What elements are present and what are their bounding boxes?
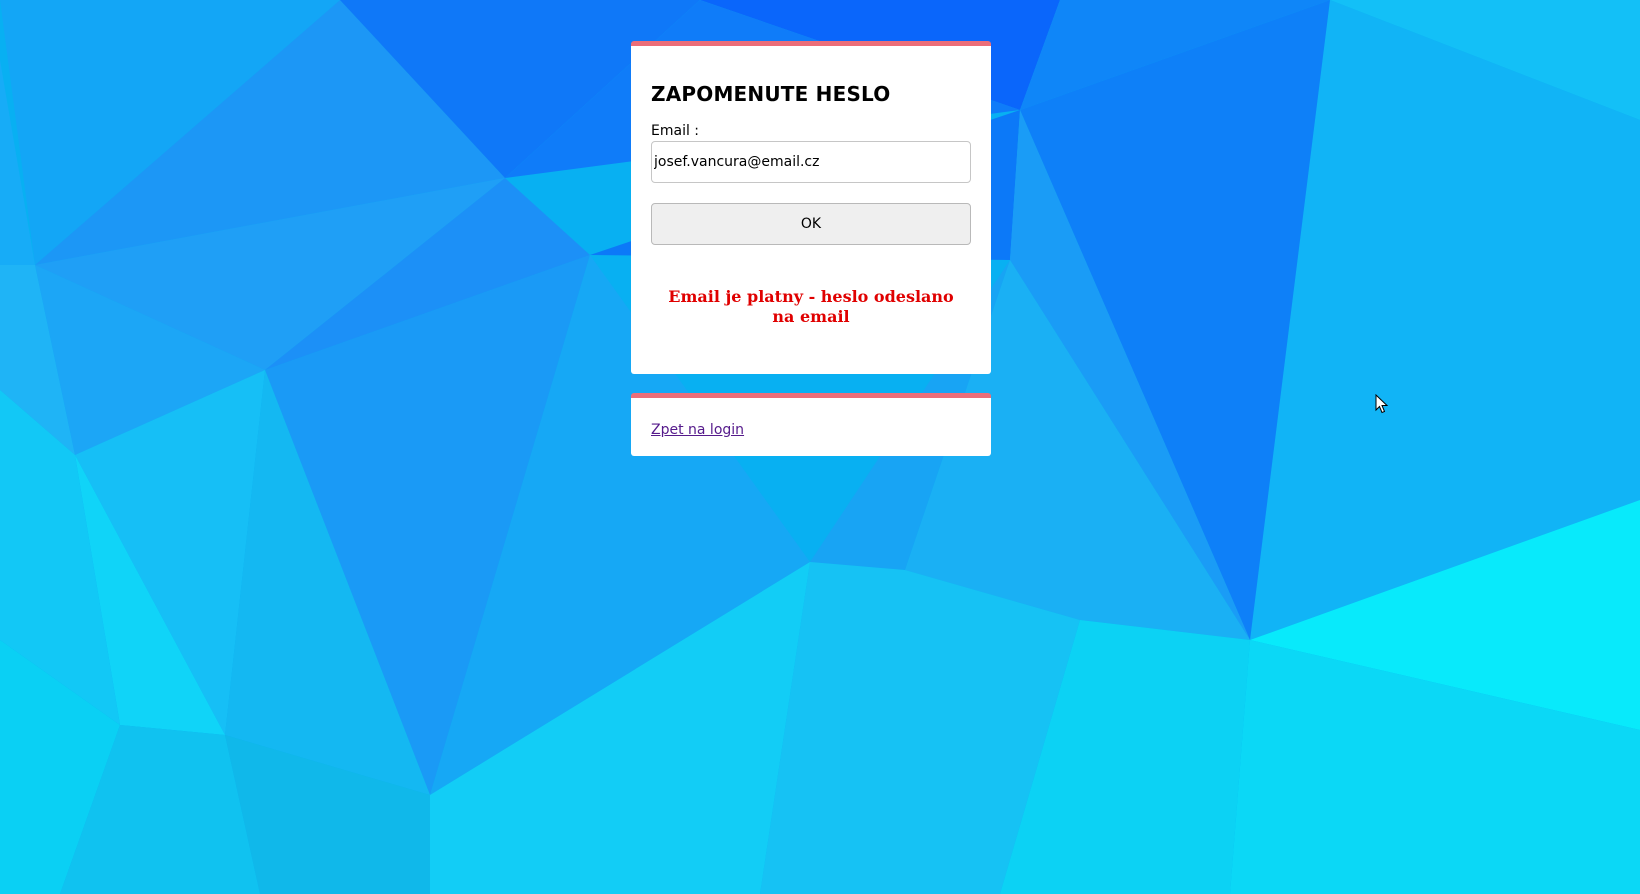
mouse-pointer-icon xyxy=(1375,394,1389,414)
ok-button[interactable]: OK xyxy=(651,203,971,245)
status-message: Email je platny - heslo odeslano na emai… xyxy=(668,287,954,326)
links-card: Zpet na login xyxy=(631,393,991,456)
email-label: Email : xyxy=(651,123,700,139)
email-input[interactable] xyxy=(651,141,971,183)
back-to-login-link[interactable]: Zpet na login xyxy=(651,422,744,438)
forgot-password-card: ZAPOMENUTE HESLO Email : OK Email je pla… xyxy=(631,41,991,374)
page-title: ZAPOMENUTE HESLO xyxy=(651,82,891,106)
